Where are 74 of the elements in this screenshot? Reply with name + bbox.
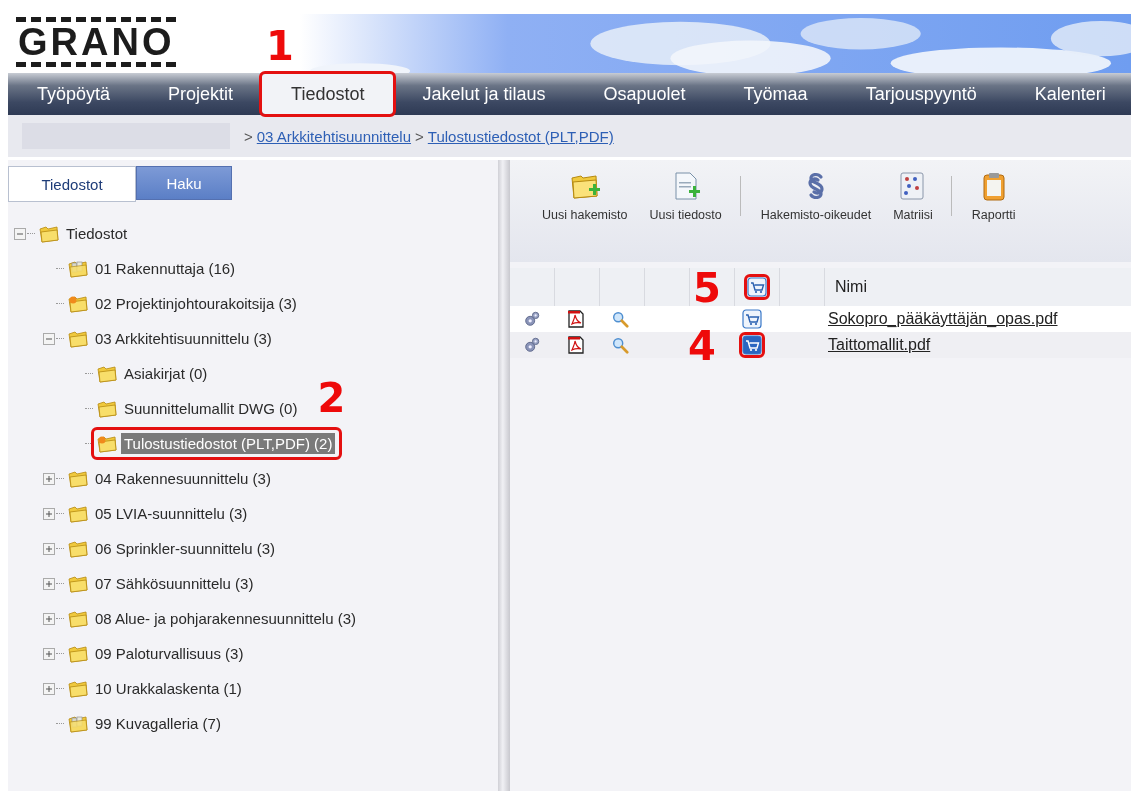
search-icon[interactable]	[611, 336, 629, 354]
tree-item[interactable]: 05 LVIA-suunnittelu (3)	[92, 503, 251, 524]
tree-item[interactable]: 10 Urakkalaskenta (1)	[92, 678, 245, 699]
tree-toggle[interactable]	[43, 682, 55, 695]
tree-item[interactable]: Tulostustiedostot (PLT,PDF) (2)	[121, 433, 336, 454]
folder-with-pages-icon	[68, 714, 88, 733]
tree-toggle[interactable]	[43, 577, 55, 590]
breadcrumb-separator: >	[244, 127, 253, 145]
tree-toggle[interactable]	[14, 227, 26, 240]
tree-toggle[interactable]	[43, 612, 55, 625]
tree-item[interactable]: 08 Alue- ja pohjarakennesuunnittelu (3)	[92, 608, 359, 629]
folder-icon	[68, 539, 88, 558]
column-header[interactable]: Nimi	[825, 268, 1131, 306]
breadcrumb-link[interactable]: 03 Arkkitehtisuunnittelu	[256, 127, 412, 145]
callout-number: 1	[266, 26, 294, 66]
panel-tab[interactable]: Tiedostot	[8, 166, 136, 202]
pdf-icon[interactable]	[566, 309, 586, 329]
file-link[interactable]: Taittomallit.pdf	[828, 336, 931, 354]
tree-toggle[interactable]	[43, 542, 55, 555]
tree-item[interactable]: Suunnittelumallit DWG (0)	[121, 398, 301, 419]
tree-item[interactable]: 04 Rakennesuunnittelu (3)	[92, 468, 274, 489]
toolbar-button[interactable]: Raportti	[963, 170, 1024, 222]
tree-toggle[interactable]	[43, 507, 55, 520]
tree-toggle[interactable]	[43, 332, 55, 345]
logo: GRANO	[16, 17, 177, 67]
folder-icon	[68, 574, 88, 593]
toolbar-button[interactable]: Uusi hakemisto	[534, 170, 636, 222]
nav-tab[interactable]: Jakelut ja tilaus	[393, 73, 575, 115]
splitter-handle[interactable]	[498, 160, 510, 791]
nav-tab[interactable]: Tiedostot	[262, 74, 394, 114]
gears-icon[interactable]	[523, 336, 541, 354]
nav-tab[interactable]: Kalenteri	[1005, 73, 1131, 115]
tree-toggle[interactable]	[43, 472, 55, 485]
breadcrumb-link[interactable]: Tulostustiedostot (PLT,PDF)	[427, 127, 614, 145]
tree-item[interactable]: 06 Sprinkler-suunnittelu (3)	[92, 538, 279, 559]
tree-item[interactable]: 07 Sähkösuunnittelu (3)	[92, 573, 257, 594]
tree-item[interactable]: 03 Arkkitehtisuunnittelu (3)	[92, 328, 275, 349]
tree-item[interactable]: Asiakirjat (0)	[121, 363, 211, 384]
callout-number: 5	[693, 268, 721, 308]
toolbar-button[interactable]: Hakemisto-oikeudet	[752, 170, 880, 222]
tree-item[interactable]: Tiedostot	[63, 223, 131, 244]
folder-icon	[68, 644, 88, 663]
marked-folder-icon	[68, 294, 88, 313]
cart-icon[interactable]	[742, 309, 762, 329]
breadcrumb-separator: >	[415, 127, 424, 145]
cart-icon[interactable]	[747, 277, 767, 297]
tree-item[interactable]: 09 Paloturvallisuus (3)	[92, 643, 247, 664]
pdf-icon[interactable]	[566, 335, 586, 355]
tree-item[interactable]: 02 Projektinjohtourakoitsija (3)	[92, 293, 300, 314]
marked-folder-icon	[97, 434, 117, 453]
toolbar-button[interactable]: Matriisi	[885, 170, 941, 222]
gears-icon[interactable]	[523, 310, 541, 328]
folder-icon	[68, 609, 88, 628]
search-icon[interactable]	[611, 310, 629, 328]
tree-item[interactable]: 01 Rakennuttaja (16)	[92, 258, 239, 279]
nav-tab[interactable]: Osapuolet	[574, 73, 715, 115]
folder-icon	[68, 329, 88, 348]
folder-with-pages-icon	[68, 259, 88, 278]
cart-icon[interactable]	[742, 335, 762, 355]
folder-icon	[39, 224, 59, 243]
folder-icon	[68, 469, 88, 488]
folder-icon	[97, 364, 117, 383]
folder-icon	[68, 504, 88, 523]
folder-icon	[97, 399, 117, 418]
nav-tab[interactable]: Projektit	[139, 73, 263, 115]
callout-number: 4	[688, 326, 716, 366]
nav-tab[interactable]: Työpöytä	[8, 73, 140, 115]
tree-item[interactable]: 99 Kuvagalleria (7)	[92, 713, 224, 734]
callout-number: 2	[317, 378, 346, 418]
tree-toggle[interactable]	[43, 647, 55, 660]
nav-tab[interactable]: Työmaa	[714, 73, 837, 115]
toolbar-button[interactable]: Uusi tiedosto	[641, 170, 730, 222]
nav-tab[interactable]: Tarjouspyyntö	[836, 73, 1006, 115]
folder-icon	[68, 679, 88, 698]
